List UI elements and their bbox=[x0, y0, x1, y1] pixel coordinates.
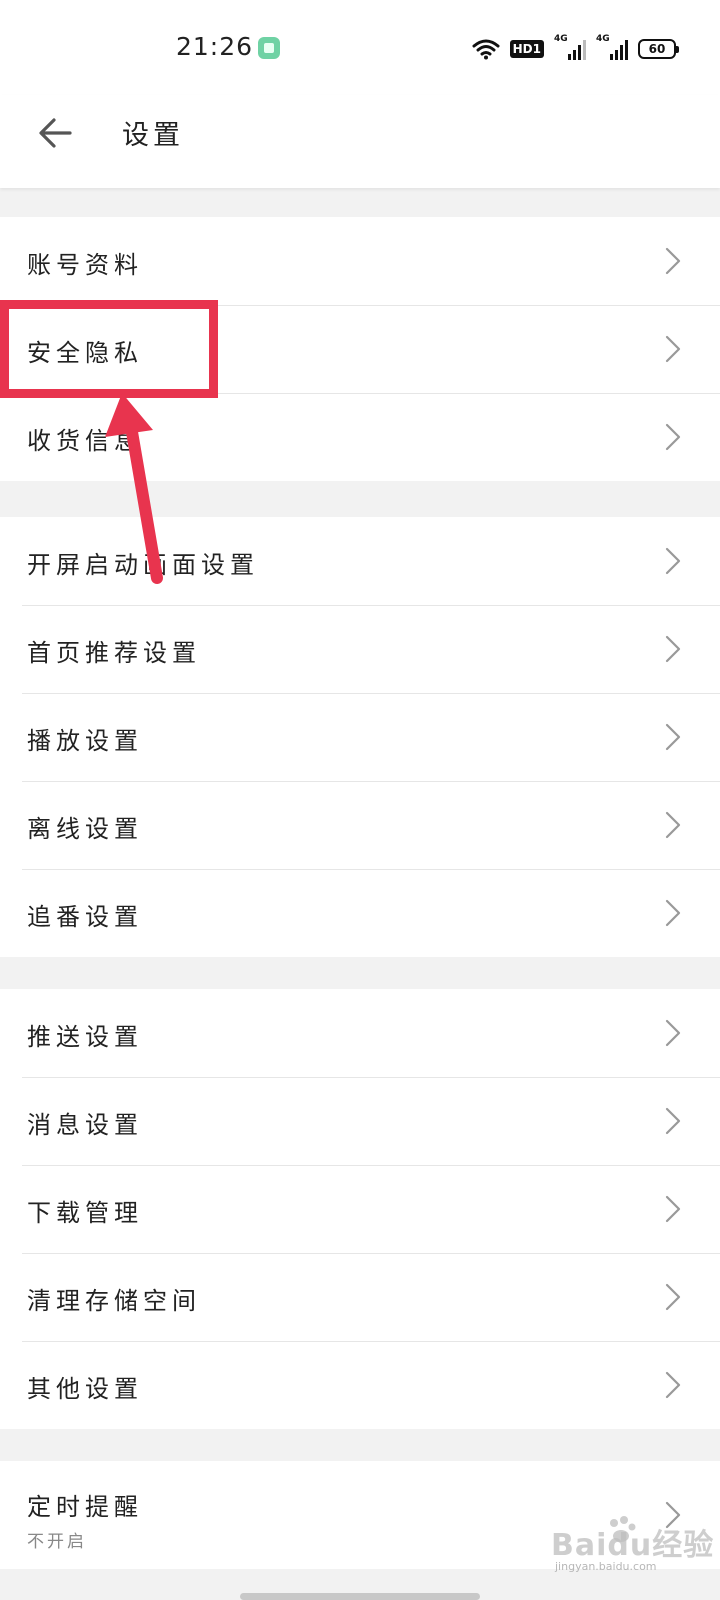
item-label: 追番设置 bbox=[27, 903, 143, 931]
network-type-1: 4G bbox=[554, 34, 568, 44]
watermark-logo: Baidu经验 bbox=[551, 1528, 715, 1563]
chevron-right-icon bbox=[665, 899, 681, 927]
settings-item-message[interactable]: 消息设置 bbox=[0, 1077, 720, 1165]
item-label: 清理存储空间 bbox=[27, 1287, 201, 1315]
item-label: 推送设置 bbox=[27, 1023, 143, 1051]
back-button[interactable] bbox=[34, 111, 78, 155]
cellular-signal-1-icon: 4G bbox=[554, 34, 586, 60]
item-label: 播放设置 bbox=[27, 727, 143, 755]
chevron-right-icon bbox=[665, 247, 681, 275]
watermark-url: jingyan.baidu.com bbox=[555, 1560, 657, 1573]
settings-item-shipping-info[interactable]: 收货信息 bbox=[0, 393, 720, 481]
item-label: 首页推荐设置 bbox=[27, 639, 201, 667]
wifi-icon bbox=[472, 39, 500, 60]
chevron-right-icon bbox=[665, 335, 681, 363]
settings-group-display: 开屏启动画面设置 首页推荐设置 播放设置 离线设置 追番设置 bbox=[0, 517, 720, 957]
app-notification-icon bbox=[258, 37, 280, 59]
settings-item-splash-screen[interactable]: 开屏启动画面设置 bbox=[0, 517, 720, 605]
cellular-signal-2-icon: 4G bbox=[596, 34, 628, 60]
settings-item-account-info[interactable]: 账号资料 bbox=[0, 217, 720, 305]
item-label: 定时提醒 bbox=[27, 1493, 143, 1521]
item-label: 其他设置 bbox=[27, 1375, 143, 1403]
status-icons: HD1 4G 4G 60 bbox=[472, 34, 679, 62]
item-label: 开屏启动画面设置 bbox=[27, 551, 259, 579]
item-label: 下载管理 bbox=[27, 1199, 143, 1227]
settings-item-playback[interactable]: 播放设置 bbox=[0, 693, 720, 781]
annotation-highlight-box bbox=[0, 300, 218, 398]
chevron-right-icon bbox=[665, 635, 681, 663]
chevron-right-icon bbox=[665, 1195, 681, 1223]
settings-group-general: 推送设置 消息设置 下载管理 清理存储空间 其他设置 bbox=[0, 989, 720, 1429]
chevron-right-icon bbox=[665, 1283, 681, 1311]
chevron-right-icon bbox=[665, 423, 681, 451]
chevron-right-icon bbox=[665, 1107, 681, 1135]
chevron-right-icon bbox=[665, 1371, 681, 1399]
chevron-right-icon bbox=[665, 811, 681, 839]
app-bar: 设置 bbox=[0, 95, 720, 188]
hd-badge: HD1 bbox=[509, 40, 544, 58]
network-type-2: 4G bbox=[596, 34, 610, 44]
status-time: 21:26 bbox=[176, 32, 254, 61]
page-title: 设置 bbox=[122, 120, 184, 151]
settings-item-home-recommend[interactable]: 首页推荐设置 bbox=[0, 605, 720, 693]
chevron-right-icon bbox=[665, 547, 681, 575]
battery-icon: 60 bbox=[638, 39, 679, 59]
item-label: 账号资料 bbox=[27, 251, 143, 279]
arrow-left-icon bbox=[39, 118, 72, 148]
settings-item-offline[interactable]: 离线设置 bbox=[0, 781, 720, 869]
settings-item-downloads[interactable]: 下载管理 bbox=[0, 1165, 720, 1253]
settings-item-clear-storage[interactable]: 清理存储空间 bbox=[0, 1253, 720, 1341]
home-indicator[interactable] bbox=[240, 1593, 480, 1600]
item-label: 消息设置 bbox=[27, 1111, 143, 1139]
chevron-right-icon bbox=[665, 1019, 681, 1047]
item-sublabel: 不开启 bbox=[27, 1532, 87, 1552]
settings-item-other[interactable]: 其他设置 bbox=[0, 1341, 720, 1429]
chevron-right-icon bbox=[665, 723, 681, 751]
item-label: 收货信息 bbox=[27, 427, 143, 455]
settings-item-push[interactable]: 推送设置 bbox=[0, 989, 720, 1077]
item-label: 离线设置 bbox=[27, 815, 143, 843]
status-bar: 21:26 HD1 4G 4G 60 bbox=[0, 0, 720, 95]
settings-item-follow-anime[interactable]: 追番设置 bbox=[0, 869, 720, 957]
